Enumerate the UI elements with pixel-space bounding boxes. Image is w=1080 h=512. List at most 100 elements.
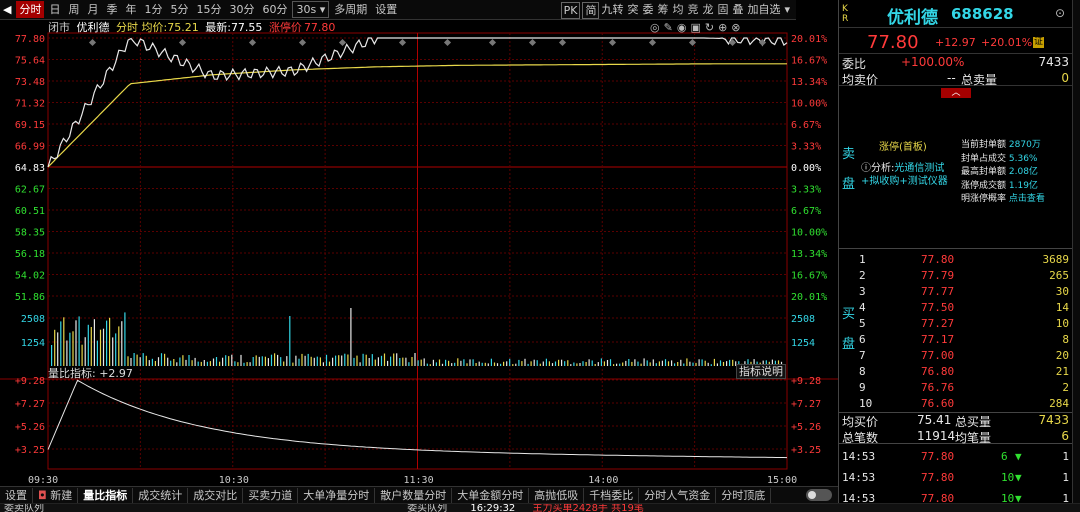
tab-1min[interactable]: 1分 [141, 1, 165, 18]
tab-settings-footer[interactable]: 设置 [0, 487, 33, 503]
auction-button[interactable]: 竞 [685, 2, 700, 19]
limit-stats: 当前封单额 2870万 封单占成交 5.36% 最高封单额 2.08亿 涨停成交… [961, 139, 1073, 207]
overlay-button[interactable]: 叠 [730, 2, 745, 19]
tab-volume-ratio[interactable]: 量比指标 [78, 487, 134, 503]
intraday-chart[interactable]: 77.80 20.01% 75.64 16.67% 73.48 13.34% 71.32 10… [0, 20, 838, 488]
book-price: 77.00 [921, 349, 955, 362]
volume-bar [603, 361, 605, 366]
volume-bar [441, 363, 444, 366]
tab-depth-ratio[interactable]: 千档委比 [584, 487, 640, 503]
fix-button[interactable]: 固 [715, 2, 730, 19]
indicator-tick-label: +3.25 [791, 445, 821, 456]
book-level: 8 [859, 365, 866, 378]
volume-bar [487, 363, 489, 366]
back-arrow-icon[interactable]: ◀ [0, 1, 14, 18]
volume-bar [429, 364, 431, 366]
tab-15min[interactable]: 15分 [193, 1, 224, 18]
buy-book-row[interactable]: 10 76.60 284 [839, 396, 1073, 412]
tab-trade-compare[interactable]: 成交对比 [188, 487, 244, 503]
toolbar-settings[interactable]: 设置 [372, 1, 400, 18]
nine-turn-button[interactable]: 九转 [599, 2, 625, 19]
volume-bar [115, 333, 117, 366]
tab-retail-count[interactable]: 散户数量分时 [375, 487, 453, 503]
stat-value-link[interactable]: 点击查看 [1009, 194, 1045, 204]
volume-bar [704, 360, 706, 366]
tab-trade-stats[interactable]: 成交统计 [133, 487, 189, 503]
weibi-count: 7433 [1038, 55, 1069, 69]
add-watchlist-button[interactable]: 加自选 [745, 2, 782, 19]
buy-book-row[interactable]: 3 77.77 30 [839, 284, 1073, 300]
volume-bar [722, 362, 725, 366]
tab-60min[interactable]: 60分 [259, 1, 290, 18]
volume-bar [606, 360, 609, 366]
buy-book-row[interactable]: 9 76.76 2 [839, 380, 1073, 396]
quote-panel: K R 优利德 688628 ⊙ 77.80 +12.97 +20.01% 证 … [838, 0, 1073, 505]
simple-button[interactable]: 简 [582, 2, 600, 19]
volume-bar [87, 324, 89, 366]
buy-book-row[interactable]: 2 77.79 265 [839, 268, 1073, 284]
book-price: 76.80 [921, 365, 955, 378]
volume-bar [667, 361, 670, 366]
indicator-explain-button[interactable]: 指标说明 [736, 364, 786, 379]
volume-bar [426, 363, 428, 366]
tab-new[interactable]: ◘ 新建 [33, 487, 79, 503]
tab-buy-sell-power[interactable]: 买卖力道 [243, 487, 299, 503]
toggle-switch[interactable] [806, 489, 832, 501]
tab-popularity[interactable]: 分时人气资金 [639, 487, 717, 503]
tab-5min[interactable]: 5分 [167, 1, 191, 18]
volume-bar [51, 345, 53, 366]
tab-week[interactable]: 周 [65, 1, 82, 18]
tab-high-low[interactable]: 高抛低吸 [529, 487, 585, 503]
down-arrow-icon: ▼ [1015, 471, 1022, 484]
total-trades-label: 总笔数 [842, 431, 879, 445]
volume-bar [448, 360, 450, 366]
indicator-tick-label: +9.28 [791, 376, 821, 387]
volume-bar [472, 359, 474, 366]
buy-book-row[interactable]: 8 76.80 21 [839, 364, 1073, 380]
buy-book-row[interactable]: 4 77.50 14 [839, 300, 1073, 316]
avg-button[interactable]: 均 [670, 2, 685, 19]
volume-bar [374, 359, 376, 366]
tab-month[interactable]: 月 [84, 1, 101, 18]
tab-top-bottom[interactable]: 分时顶底 [716, 487, 772, 503]
pk-button[interactable]: PK [560, 2, 581, 19]
order-button[interactable]: 委 [640, 2, 655, 19]
search-icon[interactable]: ⊙ [1055, 6, 1065, 20]
tab-big-order-net[interactable]: 大单净量分时 [298, 487, 376, 503]
buy-book-row[interactable]: 1 77.80 3689 [839, 252, 1073, 268]
volume-bar [411, 357, 413, 366]
volume-bar [295, 355, 297, 366]
tab-day[interactable]: 日 [46, 1, 63, 18]
dragon-button[interactable]: 龙 [700, 2, 715, 19]
stat-value: 1.19亿 [1008, 180, 1038, 191]
buy-book-row[interactable]: 5 77.27 10 [839, 316, 1073, 332]
breakout-button[interactable]: 突 [625, 2, 640, 19]
chips-button[interactable]: 筹 [655, 2, 670, 19]
expand-up-icon[interactable]: ︿ [941, 88, 971, 98]
menu-down-icon[interactable]: ▾ [782, 2, 792, 19]
volume-bar [481, 362, 483, 366]
volume-bar [164, 353, 166, 366]
volume-bar [509, 358, 511, 366]
volume-bar [417, 360, 419, 366]
volume-bar [490, 358, 492, 366]
volume-bar [674, 363, 676, 366]
volume-bar [469, 359, 471, 366]
volume-bar [613, 364, 615, 366]
tab-30s-dropdown[interactable]: 30s ▾ [292, 1, 330, 18]
tab-30min[interactable]: 30分 [226, 1, 257, 18]
tab-intraday[interactable]: 分时 [16, 1, 45, 18]
tab-multi-period[interactable]: 多周期 [331, 1, 370, 18]
volume-bar [564, 361, 566, 366]
volume-bar [533, 359, 535, 366]
price-tick-label: 58.35 [15, 228, 45, 239]
volume-bar [399, 358, 401, 366]
buy-book-row[interactable]: 7 77.00 20 [839, 348, 1073, 364]
volume-bar [154, 361, 156, 366]
volume-bar [124, 312, 126, 366]
tab-big-order-amount[interactable]: 大单金额分时 [452, 487, 530, 503]
buy-book-row[interactable]: 6 77.17 8 [839, 332, 1073, 348]
tab-year[interactable]: 年 [122, 1, 139, 18]
tab-quarter[interactable]: 季 [103, 1, 120, 18]
volume-bar [536, 360, 538, 366]
